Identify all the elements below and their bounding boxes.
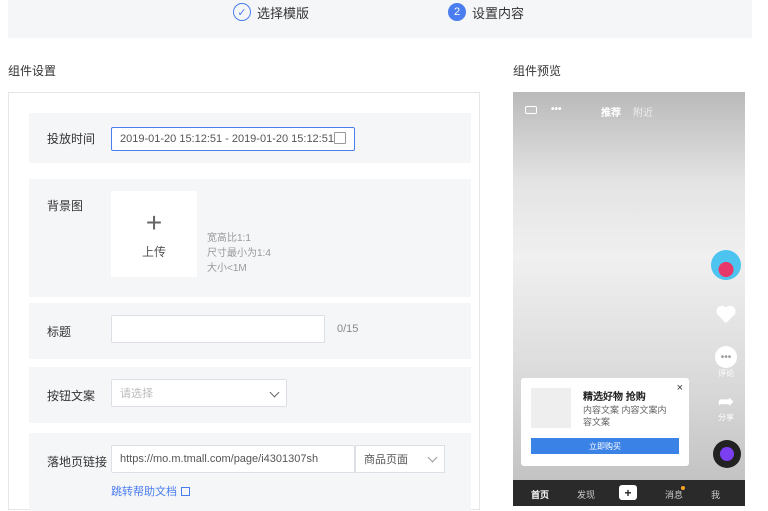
share-count: 分享	[718, 413, 734, 422]
card-button: 立即购买	[531, 438, 679, 454]
end-date: 2019-01-20 15:12:51	[231, 133, 334, 145]
link-type-value: 商品页面	[364, 454, 408, 466]
hint-size: 尺寸最小为1:4	[207, 248, 271, 259]
button-text-select[interactable]: 请选择	[111, 379, 287, 407]
title-row: 标题 0/15	[29, 303, 471, 359]
card-description: 内容文案 内容文案内容文案	[583, 405, 667, 427]
start-date: 2019-01-20 15:12:51	[120, 133, 223, 145]
hint-aspect: 宽高比1:1	[207, 233, 251, 244]
nav-messages: 消息	[665, 490, 684, 500]
landing-link-input[interactable]: https://mo.m.tmall.com/page/i4301307sh	[111, 445, 355, 473]
title-input[interactable]	[111, 315, 325, 343]
heart-icon	[716, 305, 736, 324]
step-2-label: 设置内容	[472, 5, 525, 21]
settings-title: 组件设置	[8, 64, 57, 78]
comment-button: ••• 评论	[711, 346, 741, 379]
dots-indicator: •••	[551, 104, 562, 115]
image-upload-button[interactable]: + 上传	[111, 191, 197, 277]
date-range-picker[interactable]: 2019-01-20 15:12:51 - 2019-01-20 15:12:5…	[111, 127, 355, 151]
landing-link-value: https://mo.m.tmall.com/page/i4301307sh	[120, 453, 319, 465]
help-link-text: 跳转帮助文档	[111, 486, 177, 498]
chevron-down-icon	[427, 452, 438, 463]
title-label: 标题	[47, 325, 72, 339]
title-counter: 0/15	[337, 323, 359, 335]
camera-icon	[525, 106, 537, 114]
step-1-label: 选择模版	[257, 5, 310, 21]
range-separator: -	[225, 133, 229, 145]
select-placeholder: 请选择	[120, 388, 153, 400]
card-image	[531, 388, 571, 428]
share-icon: ➦	[717, 391, 735, 413]
comment-icon: •••	[715, 346, 737, 368]
time-row: 投放时间 2019-01-20 15:12:51 - 2019-01-20 15…	[29, 113, 471, 163]
landing-link-label: 落地页链接	[47, 455, 108, 469]
nav-me: 我	[711, 490, 721, 500]
step-number-badge: 2	[448, 3, 466, 21]
ad-card: 精选好物 抢购 内容文案 内容文案内容文案 × 立即购买	[521, 378, 689, 466]
landing-link-row: 落地页链接 https://mo.m.tmall.com/page/i43013…	[29, 433, 471, 511]
check-icon: ✓	[233, 3, 251, 21]
image-label: 背景图	[47, 199, 84, 213]
calendar-icon[interactable]	[334, 132, 346, 144]
nav-home: 首页	[531, 490, 550, 500]
notification-dot	[681, 486, 685, 490]
link-type-select[interactable]: 商品页面	[355, 445, 445, 473]
button-text-row: 按钮文案 请选择	[29, 367, 471, 423]
plus-icon: +	[619, 485, 637, 500]
upload-hints: 宽高比1:1 尺寸最小为1:4 大小<1M	[207, 231, 271, 276]
phone-top-bar: ••• 推荐 附近	[513, 104, 745, 119]
share-button: ➦ 分享	[711, 392, 741, 423]
bottom-nav: 首页 发现 + 消息 我	[513, 480, 745, 506]
time-label: 投放时间	[47, 132, 96, 146]
preview-title: 组件预览	[513, 64, 562, 78]
external-link-icon	[181, 486, 190, 496]
card-title: 精选好物 抢购	[583, 392, 646, 403]
image-row: 背景图 + 上传 宽高比1:1 尺寸最小为1:4 大小<1M	[29, 179, 471, 297]
tab-follow: 推荐	[601, 108, 621, 119]
button-text-label: 按钮文案	[47, 389, 96, 403]
step-select-template[interactable]: ✓ 选择模版	[233, 0, 309, 24]
music-disc-icon	[713, 440, 741, 468]
tab-recommend: 附近	[633, 108, 653, 119]
hint-filesize: 大小<1M	[207, 263, 247, 274]
comment-count: 评论	[718, 369, 734, 378]
avatar	[711, 250, 741, 280]
close-icon: ×	[676, 382, 683, 394]
help-doc-link[interactable]: 跳转帮助文档	[111, 483, 190, 499]
nav-discover: 发现	[577, 490, 596, 500]
step-set-content[interactable]: 2 设置内容	[448, 0, 524, 24]
plus-icon: +	[145, 206, 163, 238]
settings-panel: 投放时间 2019-01-20 15:12:51 - 2019-01-20 15…	[8, 92, 480, 511]
phone-preview: ••• 推荐 附近 ••• 评论 ➦ 分享 精选好物 抢购 内容文案 内容文案内…	[513, 92, 745, 506]
upload-label: 上传	[141, 244, 166, 259]
like-button	[711, 304, 741, 324]
chevron-down-icon	[269, 387, 280, 398]
step-bar: ✓ 选择模版 2 设置内容	[8, 0, 752, 38]
